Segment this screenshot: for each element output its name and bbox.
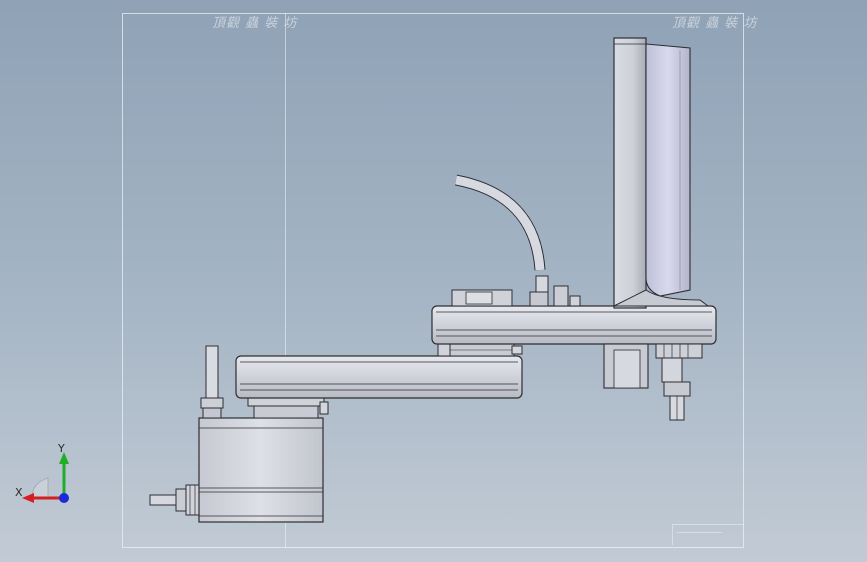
base-cable-pipe: [200, 345, 224, 419]
base-cable-connector: [149, 484, 201, 516]
joint-2-flange: [437, 343, 523, 357]
arm-2-top-fittings: [451, 275, 581, 307]
joint-1-flange: [247, 397, 329, 419]
arm-1: [235, 355, 523, 399]
ball-screw-spindle: [655, 343, 703, 421]
robot-base: [198, 417, 324, 523]
scara-robot-model[interactable]: [0, 0, 867, 562]
x-axis-label: X: [15, 486, 23, 499]
arm-2: [431, 305, 717, 345]
y-axis-label: Y: [58, 442, 65, 455]
curved-cable: [454, 174, 546, 271]
z-axis-motor: [603, 343, 649, 389]
z-axis-column: [613, 37, 710, 309]
graphics-viewport[interactable]: 頂觀 蟲 裝 坊 頂觀 蟲 裝 坊 X Y: [0, 0, 867, 562]
